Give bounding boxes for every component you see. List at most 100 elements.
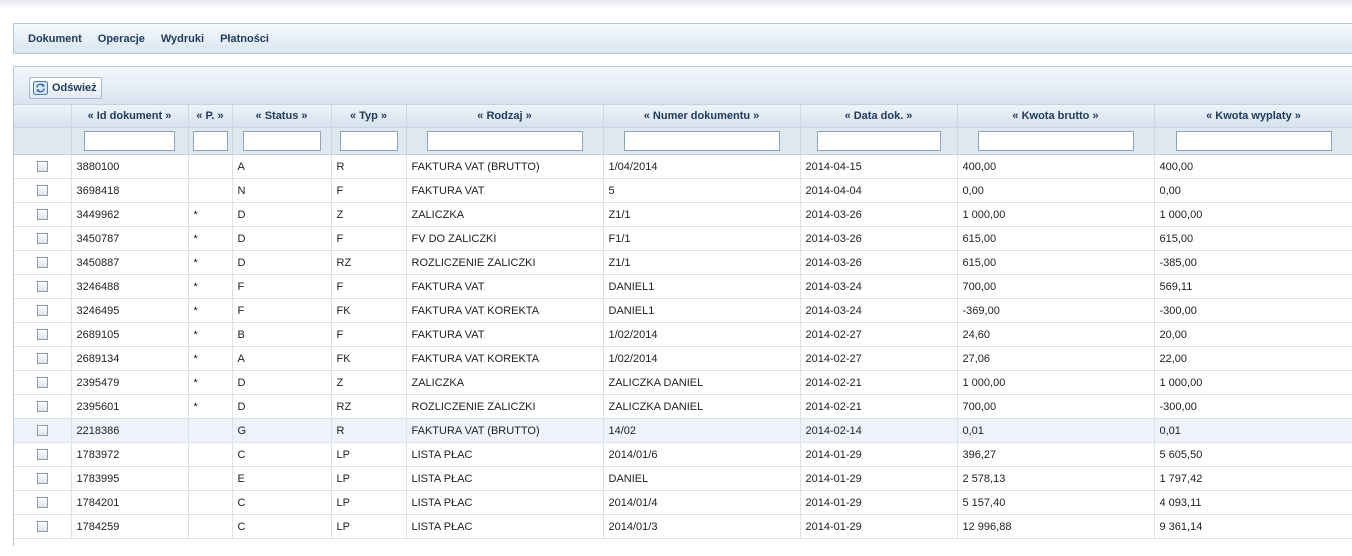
row-checkbox[interactable] bbox=[36, 425, 48, 437]
filter-rodzaj[interactable] bbox=[426, 131, 583, 151]
cell-status: F bbox=[232, 298, 332, 323]
table-row[interactable]: 1784259 C LP LISTA PŁAC 2014/01/3 2014-01-29 1… bbox=[14, 514, 1352, 539]
row-checkbox[interactable] bbox=[36, 377, 48, 389]
cell-numer-dokumentu: 2014/01/3 bbox=[603, 514, 801, 539]
header-numer-dokumentu[interactable]: « Numer dokumentu » bbox=[603, 105, 801, 128]
table-row[interactable]: 2689105 * B F FAKTURA VAT 1/02/2014 2014-02-27… bbox=[14, 322, 1352, 347]
cell-rodzaj: ZALICZKA bbox=[406, 202, 604, 227]
header-typ[interactable]: « Typ » bbox=[331, 105, 407, 128]
filter-typ[interactable] bbox=[339, 131, 398, 151]
cell-kwota-brutto: 24,60 bbox=[957, 322, 1155, 347]
header-rodzaj[interactable]: « Rodzaj » bbox=[406, 105, 604, 128]
cell-id-dokument: 1783972 bbox=[71, 442, 189, 467]
cell-id-dokument: 1783995 bbox=[71, 466, 189, 491]
table-row[interactable]: 1784201 C LP LISTA PŁAC 2014/01/4 2014-01-29 5… bbox=[14, 490, 1352, 515]
cell-status: G bbox=[232, 418, 332, 443]
cell-data-dok: 2014-03-24 bbox=[800, 298, 958, 323]
cell-id-dokument: 3880100 bbox=[71, 154, 189, 179]
cell-numer-dokumentu: Z1/1 bbox=[603, 202, 801, 227]
row-checkbox[interactable] bbox=[36, 281, 48, 293]
table-row[interactable]: 3449962 * D Z ZALICZKA Z1/1 2014-03-26 1 000,00… bbox=[14, 202, 1352, 227]
cell-numer-dokumentu: 1/02/2014 bbox=[603, 322, 801, 347]
table-row[interactable]: 3246495 * F FK FAKTURA VAT KOREKTA DANIEL1 201… bbox=[14, 298, 1352, 323]
row-select-cell bbox=[14, 418, 72, 443]
header-data-dok[interactable]: « Data dok. » bbox=[800, 105, 958, 128]
cell-id-dokument: 3449962 bbox=[71, 202, 189, 227]
table-row[interactable]: 3246488 * F F FAKTURA VAT DANIEL1 2014-03-24 70… bbox=[14, 274, 1352, 299]
cell-typ: LP bbox=[331, 466, 407, 491]
row-checkbox[interactable] bbox=[36, 185, 48, 197]
table-row[interactable]: 2689134 * A FK FAKTURA VAT KOREKTA 1/02/2014 2… bbox=[14, 346, 1352, 371]
cell-id-dokument: 2395601 bbox=[71, 394, 189, 419]
cell-data-dok: 2014-01-29 bbox=[800, 466, 958, 491]
cell-p: * bbox=[188, 226, 233, 251]
cell-status: D bbox=[232, 250, 332, 275]
table-row[interactable]: 3880100 A R FAKTURA VAT (BRUTTO) 1/04/2014 20… bbox=[14, 154, 1352, 179]
filter-p[interactable] bbox=[192, 131, 228, 151]
row-checkbox[interactable] bbox=[36, 305, 48, 317]
row-checkbox[interactable] bbox=[36, 473, 48, 485]
table-row[interactable]: 1783972 C LP LISTA PŁAC 2014/01/6 2014-01-29 3… bbox=[14, 442, 1352, 467]
filter-kwota-wyplaty[interactable] bbox=[1175, 131, 1332, 151]
row-checkbox[interactable] bbox=[36, 257, 48, 269]
cell-kwota-wyplaty: 569,11 bbox=[1154, 274, 1352, 299]
cell-kwota-brutto: 700,00 bbox=[957, 274, 1155, 299]
cell-id-dokument: 1784201 bbox=[71, 490, 189, 515]
cell-status: D bbox=[232, 394, 332, 419]
cell-numer-dokumentu: 2014/01/4 bbox=[603, 490, 801, 515]
cell-numer-dokumentu: ZALICZKA DANIEL bbox=[603, 394, 801, 419]
filter-data-dok[interactable] bbox=[816, 131, 941, 151]
cell-rodzaj: FV DO ZALICZKI bbox=[406, 226, 604, 251]
row-checkbox[interactable] bbox=[36, 353, 48, 365]
filter-status[interactable] bbox=[242, 131, 321, 151]
table-row[interactable]: 3450887 * D RZ ROZLICZENIE ZALICZKI Z1/1 2014-… bbox=[14, 250, 1352, 275]
menu-dokument[interactable]: Dokument bbox=[28, 33, 82, 45]
table-row[interactable]: 1783995 E LP LISTA PŁAC DANIEL 2014-01-29 2 57… bbox=[14, 466, 1352, 491]
header-kwota-brutto[interactable]: « Kwota brutto » bbox=[957, 105, 1155, 128]
row-checkbox[interactable] bbox=[36, 401, 48, 413]
row-checkbox[interactable] bbox=[36, 329, 48, 341]
cell-rodzaj: FAKTURA VAT KOREKTA bbox=[406, 298, 604, 323]
menu-operacje[interactable]: Operacje bbox=[98, 33, 145, 45]
refresh-button[interactable]: Odśwież bbox=[29, 77, 102, 99]
row-checkbox[interactable] bbox=[36, 209, 48, 221]
refresh-icon bbox=[33, 81, 48, 95]
cell-numer-dokumentu: Z1/1 bbox=[603, 250, 801, 275]
row-checkbox[interactable] bbox=[36, 497, 48, 509]
cell-kwota-brutto: 27,06 bbox=[957, 346, 1155, 371]
cell-rodzaj: FAKTURA VAT KOREKTA bbox=[406, 346, 604, 371]
row-checkbox[interactable] bbox=[36, 449, 48, 461]
cell-data-dok: 2014-04-15 bbox=[800, 154, 958, 179]
row-checkbox[interactable] bbox=[36, 233, 48, 245]
table-row[interactable]: 3698418 N F FAKTURA VAT 5 2014-04-04 0,00 0,00 bbox=[14, 178, 1352, 203]
menu-platnosci[interactable]: Płatności bbox=[220, 33, 269, 45]
table-row[interactable]: 3450787 * D F FV DO ZALICZKI F1/1 2014-03-26 61… bbox=[14, 226, 1352, 251]
filter-kwota-brutto[interactable] bbox=[977, 131, 1134, 151]
cell-kwota-wyplaty: -300,00 bbox=[1154, 298, 1352, 323]
table-row[interactable]: 2395601 * D RZ ROZLICZENIE ZALICZKI ZALICZKA … bbox=[14, 394, 1352, 419]
cell-kwota-brutto: 0,00 bbox=[957, 178, 1155, 203]
cell-typ: LP bbox=[331, 490, 407, 515]
cell-typ: FK bbox=[331, 298, 407, 323]
cell-rodzaj: FAKTURA VAT (BRUTTO) bbox=[406, 418, 604, 443]
cell-kwota-wyplaty: 0,00 bbox=[1154, 178, 1352, 203]
cell-numer-dokumentu: DANIEL1 bbox=[603, 274, 801, 299]
row-select-cell bbox=[14, 298, 72, 323]
cell-typ: Z bbox=[331, 202, 407, 227]
cell-kwota-wyplaty: 20,00 bbox=[1154, 322, 1352, 347]
row-select-cell bbox=[14, 250, 72, 275]
header-status[interactable]: « Status » bbox=[232, 105, 332, 128]
row-checkbox[interactable] bbox=[36, 161, 48, 173]
table-row[interactable]: 2218386 G R FAKTURA VAT (BRUTTO) 14/02 2014-0… bbox=[14, 418, 1352, 443]
cell-kwota-brutto: 0,01 bbox=[957, 418, 1155, 443]
header-kwota-wyplaty[interactable]: « Kwota wyplaty » bbox=[1154, 105, 1352, 128]
table-row[interactable]: 2395479 * D Z ZALICZKA ZALICZKA DANIEL 2014-02… bbox=[14, 370, 1352, 395]
filter-id-dokument[interactable] bbox=[84, 131, 175, 151]
row-checkbox[interactable] bbox=[36, 521, 48, 533]
cell-data-dok: 2014-02-21 bbox=[800, 370, 958, 395]
header-p[interactable]: « P. » bbox=[188, 105, 233, 128]
filter-numer-dokumentu[interactable] bbox=[623, 131, 780, 151]
header-id-dokument[interactable]: « Id dokument » bbox=[71, 105, 189, 128]
menu-wydruki[interactable]: Wydruki bbox=[161, 33, 204, 45]
cell-kwota-wyplaty: -300,00 bbox=[1154, 394, 1352, 419]
